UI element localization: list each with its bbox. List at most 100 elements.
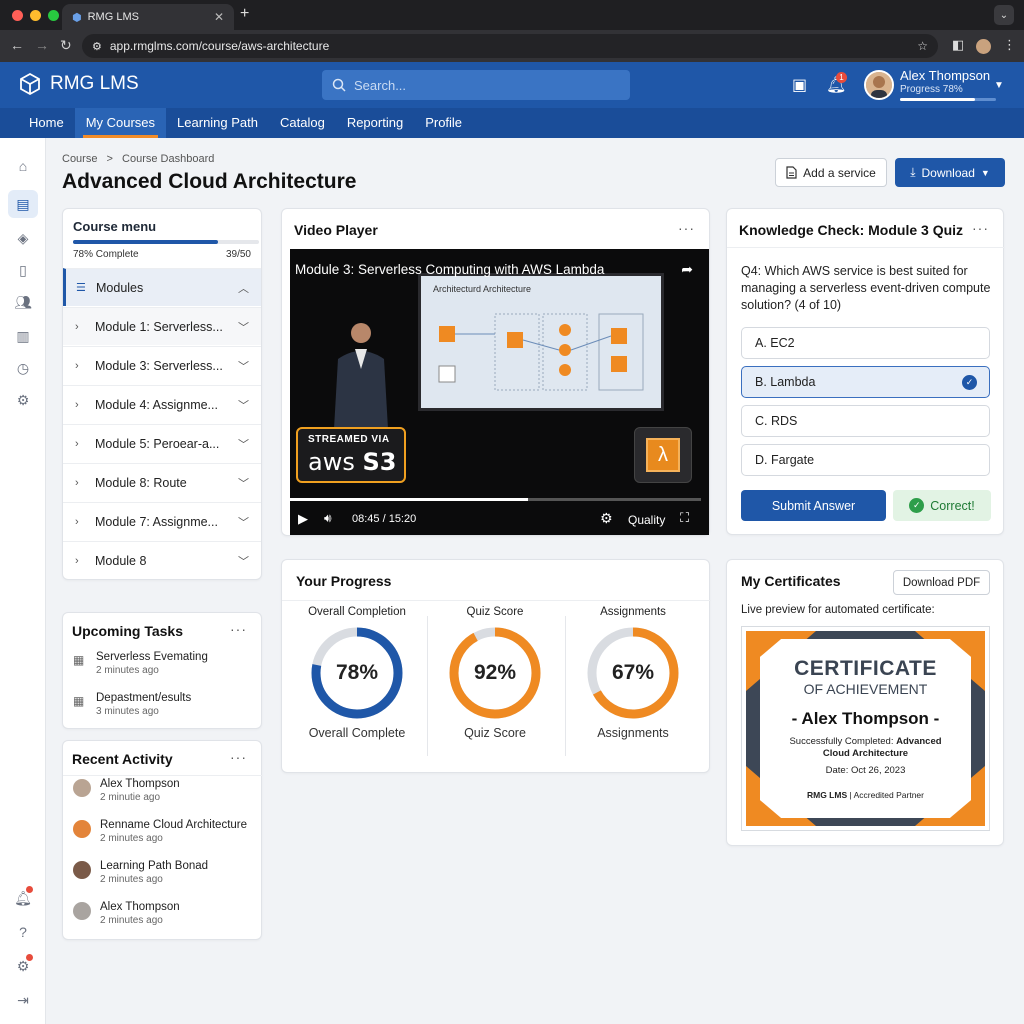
module-item[interactable]: › Module 7: Assignme... ﹀	[63, 502, 261, 540]
browser-menu-icon[interactable]: ⋮	[1003, 37, 1016, 53]
settings-gear-icon[interactable]: ⚙	[600, 510, 613, 527]
back-icon[interactable]: ←	[10, 37, 24, 53]
activity-time: 2 minutes ago	[100, 874, 163, 885]
metric-caption: Quiz Score	[464, 726, 526, 740]
user-menu[interactable]: Alex Thompson Progress 78%	[900, 68, 996, 101]
close-window-button[interactable]	[12, 10, 23, 21]
minimize-window-button[interactable]	[30, 10, 41, 21]
module-item[interactable]: › Module 1: Serverless... ﹀	[63, 307, 261, 345]
quiz-option[interactable]: A. EC2	[741, 327, 990, 359]
fullscreen-icon[interactable]: ⛶	[680, 510, 689, 526]
open-book-icon[interactable]: ▯	[8, 256, 38, 284]
activity-item[interactable]: Alex Thompson 2 minutes ago	[73, 901, 180, 926]
video-frame[interactable]: Architecturd Architecture Module 3: Serv…	[290, 249, 709, 535]
tab-search-icon[interactable]: ⌄	[994, 5, 1014, 25]
download-pdf-button[interactable]: Download PDF	[893, 570, 990, 595]
certificate-heading: CERTIFICATE	[794, 657, 937, 680]
nav-reporting[interactable]: Reporting	[336, 108, 414, 138]
help-icon[interactable]: ?	[8, 918, 38, 946]
breadcrumb-course[interactable]: Course	[62, 153, 97, 165]
option-label: D. Fargate	[755, 453, 815, 467]
clock-icon[interactable]: ◷	[8, 354, 38, 382]
module-label: Module 7: Assignme...	[95, 514, 218, 529]
chevron-down-icon[interactable]: ▼	[994, 80, 1004, 91]
page-title: Advanced Cloud Architecture	[62, 170, 357, 193]
window-controls	[12, 10, 59, 21]
modules-section-label: Modules	[96, 280, 144, 295]
quiz-option[interactable]: C. RDS	[741, 405, 990, 437]
quality-button[interactable]: Quality	[628, 513, 665, 527]
share-icon[interactable]: ➦	[681, 261, 693, 278]
user-avatar[interactable]	[864, 70, 894, 100]
module-item[interactable]: › Module 8: Route ﹀	[63, 463, 261, 501]
video-seek-bar[interactable]	[290, 498, 701, 501]
bookmark-star-icon[interactable]: ☆	[917, 39, 928, 53]
inbox-icon[interactable]: ▣	[792, 75, 807, 95]
new-tab-icon[interactable]: +	[240, 5, 249, 23]
layers-icon[interactable]: ◈	[8, 224, 38, 252]
nav-my-courses[interactable]: My Courses	[74, 108, 167, 138]
certificate-preview[interactable]: CERTIFICATE OF ACHIEVEMENT - Alex Thomps…	[741, 626, 990, 831]
activity-item[interactable]: Alex Thompson 2 minutie ago	[73, 778, 180, 803]
activity-item[interactable]: Learning Path Bonad 2 minutes ago	[73, 860, 208, 885]
url-field[interactable]: ⚙ app.rmglms.com/course/aws-architecture…	[82, 34, 938, 58]
nav-home[interactable]: Home	[18, 108, 75, 138]
download-button[interactable]: ⤓ Download ▼	[895, 158, 1005, 187]
users-icon[interactable]: 👥︎	[8, 288, 38, 316]
metric-label: Assignments	[600, 606, 666, 618]
gear-icon[interactable]: ⚙	[8, 386, 38, 414]
sidepanel-icon[interactable]: ◧	[952, 37, 964, 53]
site-info-icon[interactable]: ⚙	[92, 40, 102, 53]
nav-learning-path[interactable]: Learning Path	[166, 108, 269, 138]
progress-metric: Overall Completion 78% Overall Complete	[288, 606, 426, 740]
streamed-via-badge: STREAMED VIA aws S3	[296, 427, 406, 483]
activity-item[interactable]: Renname Cloud Architecture 2 minutes ago	[73, 819, 247, 844]
book-icon[interactable]: ▤	[8, 190, 38, 218]
add-service-button[interactable]: Add a service	[775, 158, 887, 187]
course-complete-label: 78% Complete	[73, 249, 139, 260]
brand-logo[interactable]: RMG LMS	[18, 72, 139, 96]
notification-badge: 1	[836, 72, 847, 83]
more-options-icon[interactable]: ···	[678, 220, 695, 236]
play-icon[interactable]: ▶	[298, 511, 308, 527]
donut-chart: 67%	[585, 625, 681, 721]
profile-avatar-icon[interactable]	[976, 39, 991, 54]
search-input[interactable]: Search...	[322, 70, 630, 100]
url-text: app.rmglms.com/course/aws-architecture	[109, 39, 330, 53]
more-options-icon[interactable]: ···	[972, 220, 989, 236]
breadcrumb: Course > Course Dashboard	[62, 153, 214, 165]
task-item[interactable]: ▦ Depastment/esults 3 minutes ago	[73, 692, 191, 717]
bell-icon[interactable]: 🔔︎	[8, 884, 38, 912]
metric-label: Quiz Score	[466, 606, 524, 618]
module-item[interactable]: › Module 4: Assignme... ﹀	[63, 385, 261, 423]
close-tab-icon[interactable]: ✕	[214, 10, 224, 24]
home-icon[interactable]: ⌂	[8, 152, 38, 180]
reload-icon[interactable]: ↻	[60, 37, 72, 54]
nav-catalog[interactable]: Catalog	[269, 108, 336, 138]
more-options-icon[interactable]: ···	[230, 749, 247, 765]
course-progress-bar	[73, 240, 259, 244]
module-item[interactable]: › Module 5: Peroear-a... ﹀	[63, 424, 261, 462]
certificate-recipient: - Alex Thompson -	[791, 709, 940, 728]
browser-tab[interactable]: ⬢ RMG LMS ✕	[62, 4, 234, 30]
task-name: Serverless Evemating	[96, 651, 208, 663]
chart-icon[interactable]: ▥	[8, 322, 38, 350]
forward-icon[interactable]: →	[35, 37, 49, 53]
nav-profile[interactable]: Profile	[414, 108, 473, 138]
maximize-window-button[interactable]	[48, 10, 59, 21]
settings-icon[interactable]: ⚙	[8, 952, 38, 980]
user-progress-label: Progress 78%	[900, 84, 963, 95]
volume-icon[interactable]: 🔊︎	[324, 511, 332, 526]
task-time: 2 minutes ago	[96, 665, 159, 676]
submit-answer-button[interactable]: Submit Answer	[741, 490, 886, 521]
quiz-option[interactable]: D. Fargate	[741, 444, 990, 476]
modules-section-toggle[interactable]: ☰ Modules ︿	[63, 268, 261, 306]
module-label: Module 5: Peroear-a...	[95, 436, 220, 451]
quiz-option[interactable]: B. Lambda ✓	[741, 366, 990, 398]
architecture-diagram	[438, 313, 644, 391]
logout-icon[interactable]: ⇥	[8, 986, 38, 1014]
task-item[interactable]: ▦ Serverless Evemating 2 minutes ago	[73, 651, 208, 676]
module-item[interactable]: › Module 3: Serverless... ﹀	[63, 346, 261, 384]
module-item[interactable]: › Module 8 ﹀	[63, 541, 261, 579]
more-options-icon[interactable]: ···	[230, 621, 247, 637]
